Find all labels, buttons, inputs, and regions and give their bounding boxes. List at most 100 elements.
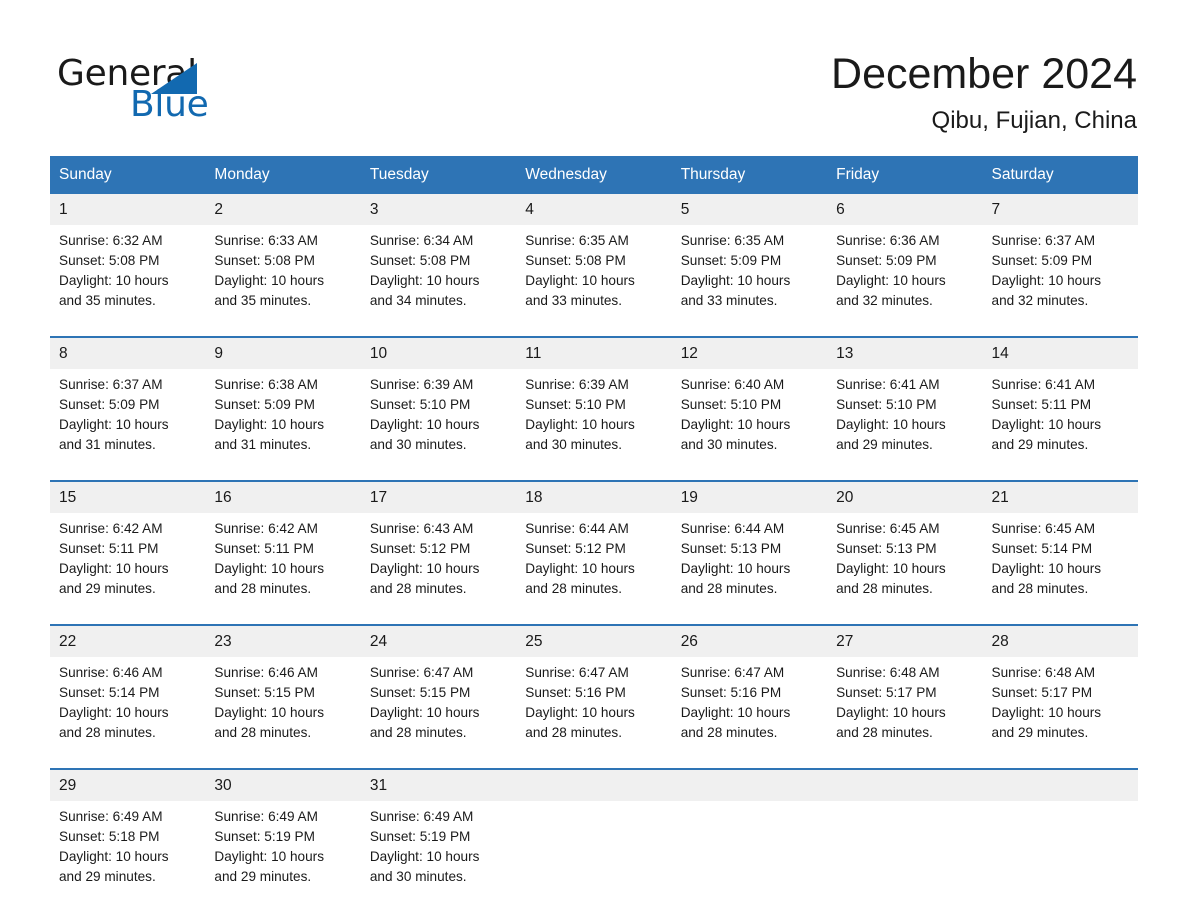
day-cell[interactable]: Sunrise: 6:48 AM Sunset: 5:17 PM Dayligh… (982, 657, 1138, 768)
day-number[interactable]: 1 (50, 194, 206, 225)
day-number[interactable]: 28 (982, 626, 1138, 657)
day-number[interactable]: 4 (516, 194, 672, 225)
daylight-text-cont: and 29 minutes. (991, 725, 1089, 740)
day-number[interactable]: 14 (982, 338, 1138, 369)
day-cell[interactable]: Sunrise: 6:43 AM Sunset: 5:12 PM Dayligh… (360, 513, 517, 624)
day-cell[interactable]: Sunrise: 6:48 AM Sunset: 5:17 PM Dayligh… (827, 657, 983, 768)
day-cell[interactable]: Sunrise: 6:47 AM Sunset: 5:16 PM Dayligh… (671, 657, 828, 768)
weekday-header-wednesday: Wednesday (516, 156, 672, 194)
day-cell[interactable]: Sunrise: 6:39 AM Sunset: 5:10 PM Dayligh… (360, 369, 517, 480)
day-number[interactable]: 21 (982, 482, 1138, 513)
daylight-text: Daylight: 10 hours (59, 849, 169, 864)
sunset-text: Sunset: 5:11 PM (59, 541, 159, 556)
calendar-page: General Blue December 2024 Qibu, Fujian,… (0, 0, 1188, 918)
sunset-text: Sunset: 5:08 PM (369, 253, 471, 268)
day-cell[interactable]: Sunrise: 6:46 AM Sunset: 5:15 PM Dayligh… (205, 657, 361, 768)
day-cell[interactable]: Sunrise: 6:45 AM Sunset: 5:14 PM Dayligh… (982, 513, 1138, 624)
day-number[interactable]: 24 (360, 626, 517, 657)
daylight-text-cont: and 30 minutes. (525, 437, 622, 452)
day-cell[interactable]: Sunrise: 6:35 AM Sunset: 5:08 PM Dayligh… (516, 225, 672, 336)
day-cell[interactable]: Sunrise: 6:41 AM Sunset: 5:10 PM Dayligh… (827, 369, 983, 480)
day-cell[interactable]: Sunrise: 6:46 AM Sunset: 5:14 PM Dayligh… (50, 657, 206, 768)
day-cell[interactable]: Sunrise: 6:45 AM Sunset: 5:13 PM Dayligh… (827, 513, 983, 624)
sunset-text: Sunset: 5:12 PM (369, 541, 471, 556)
weekday-header-tuesday: Tuesday (360, 156, 517, 194)
day-cell[interactable]: Sunrise: 6:42 AM Sunset: 5:11 PM Dayligh… (205, 513, 361, 624)
week-2-detail-row: Sunrise: 6:37 AM Sunset: 5:09 PM Dayligh… (50, 369, 1138, 480)
day-cell[interactable]: Sunrise: 6:35 AM Sunset: 5:09 PM Dayligh… (671, 225, 828, 336)
day-number[interactable]: 20 (827, 482, 983, 513)
day-cell[interactable]: Sunrise: 6:37 AM Sunset: 5:09 PM Dayligh… (982, 225, 1138, 336)
day-number[interactable]: 23 (205, 626, 361, 657)
sunrise-text: Sunrise: 6:41 AM (991, 377, 1096, 392)
day-cell[interactable]: Sunrise: 6:44 AM Sunset: 5:12 PM Dayligh… (516, 513, 672, 624)
day-cell[interactable]: Sunrise: 6:49 AM Sunset: 5:19 PM Dayligh… (360, 801, 517, 912)
daylight-text: Daylight: 10 hours (214, 849, 324, 864)
day-number[interactable]: 30 (205, 770, 361, 801)
day-cell[interactable]: Sunrise: 6:39 AM Sunset: 5:10 PM Dayligh… (516, 369, 672, 480)
day-number[interactable]: 7 (982, 194, 1138, 225)
day-number[interactable]: 2 (205, 194, 361, 225)
calendar-body: 1 2 3 4 5 6 7 Sunrise: 6:32 AM Sunset: 5… (50, 194, 1138, 912)
day-cell[interactable]: Sunrise: 6:36 AM Sunset: 5:09 PM Dayligh… (827, 225, 983, 336)
day-number[interactable]: 16 (205, 482, 361, 513)
weekday-header-row: Sunday Monday Tuesday Wednesday Thursday… (50, 156, 1138, 194)
day-number[interactable]: 11 (516, 338, 672, 369)
day-cell[interactable]: Sunrise: 6:34 AM Sunset: 5:08 PM Dayligh… (360, 225, 517, 336)
day-number[interactable]: 25 (516, 626, 672, 657)
sunset-text: Sunset: 5:18 PM (59, 829, 160, 844)
daylight-text-cont: and 28 minutes. (525, 581, 622, 596)
day-number[interactable]: 13 (827, 338, 983, 369)
day-number[interactable]: 27 (827, 626, 983, 657)
day-cell[interactable]: Sunrise: 6:49 AM Sunset: 5:18 PM Dayligh… (50, 801, 206, 912)
day-cell[interactable]: Sunrise: 6:42 AM Sunset: 5:11 PM Dayligh… (50, 513, 206, 624)
sunset-text: Sunset: 5:11 PM (214, 541, 314, 556)
day-number[interactable]: 22 (50, 626, 206, 657)
sunset-text: Sunset: 5:10 PM (680, 397, 782, 412)
day-number[interactable]: 10 (360, 338, 517, 369)
day-cell[interactable]: Sunrise: 6:49 AM Sunset: 5:19 PM Dayligh… (205, 801, 361, 912)
daylight-text-cont: and 28 minutes. (836, 725, 933, 740)
day-number[interactable]: 17 (360, 482, 517, 513)
day-number[interactable]: 31 (360, 770, 517, 801)
day-number[interactable]: 8 (50, 338, 206, 369)
day-number[interactable]: 3 (360, 194, 517, 225)
day-cell[interactable]: Sunrise: 6:47 AM Sunset: 5:15 PM Dayligh… (360, 657, 517, 768)
day-number[interactable]: 9 (205, 338, 361, 369)
sunrise-sunset-calendar-table: Sunday Monday Tuesday Wednesday Thursday… (50, 156, 1138, 912)
daylight-text: Daylight: 10 hours (525, 561, 635, 576)
daylight-text: Daylight: 10 hours (680, 705, 791, 720)
day-number[interactable]: 29 (50, 770, 206, 801)
day-number[interactable]: 26 (671, 626, 828, 657)
daylight-text: Daylight: 10 hours (369, 849, 480, 864)
daylight-text-cont: and 29 minutes. (991, 437, 1089, 452)
day-cell[interactable]: Sunrise: 6:37 AM Sunset: 5:09 PM Dayligh… (50, 369, 206, 480)
day-number[interactable]: 12 (671, 338, 828, 369)
daylight-text-cont: and 28 minutes. (836, 581, 933, 596)
day-number[interactable]: 18 (516, 482, 672, 513)
sunset-text: Sunset: 5:09 PM (991, 253, 1093, 268)
day-cell[interactable]: Sunrise: 6:40 AM Sunset: 5:10 PM Dayligh… (671, 369, 828, 480)
day-cell[interactable]: Sunrise: 6:38 AM Sunset: 5:09 PM Dayligh… (205, 369, 361, 480)
day-number[interactable]: 15 (50, 482, 206, 513)
day-number[interactable]: 19 (671, 482, 828, 513)
daylight-text: Daylight: 10 hours (836, 273, 946, 288)
day-number[interactable]: 6 (827, 194, 983, 225)
sunset-text: Sunset: 5:17 PM (991, 685, 1093, 700)
daylight-text-cont: and 28 minutes. (680, 581, 778, 596)
daylight-text: Daylight: 10 hours (991, 417, 1102, 432)
daylight-text-cont: and 28 minutes. (525, 725, 622, 740)
daylight-text: Daylight: 10 hours (369, 273, 480, 288)
empty-day-number (982, 770, 1138, 801)
sunrise-text: Sunrise: 6:47 AM (525, 665, 629, 680)
day-cell[interactable]: Sunrise: 6:33 AM Sunset: 5:08 PM Dayligh… (205, 225, 361, 336)
daylight-text-cont: and 28 minutes. (369, 581, 467, 596)
day-cell[interactable]: Sunrise: 6:41 AM Sunset: 5:11 PM Dayligh… (982, 369, 1138, 480)
day-number[interactable]: 5 (671, 194, 828, 225)
day-cell[interactable]: Sunrise: 6:44 AM Sunset: 5:13 PM Dayligh… (671, 513, 828, 624)
day-cell[interactable]: Sunrise: 6:47 AM Sunset: 5:16 PM Dayligh… (516, 657, 672, 768)
sunrise-text: Sunrise: 6:37 AM (59, 377, 163, 392)
sunset-text: Sunset: 5:09 PM (680, 253, 782, 268)
day-cell[interactable]: Sunrise: 6:32 AM Sunset: 5:08 PM Dayligh… (50, 225, 206, 336)
sunrise-text: Sunrise: 6:38 AM (214, 377, 318, 392)
